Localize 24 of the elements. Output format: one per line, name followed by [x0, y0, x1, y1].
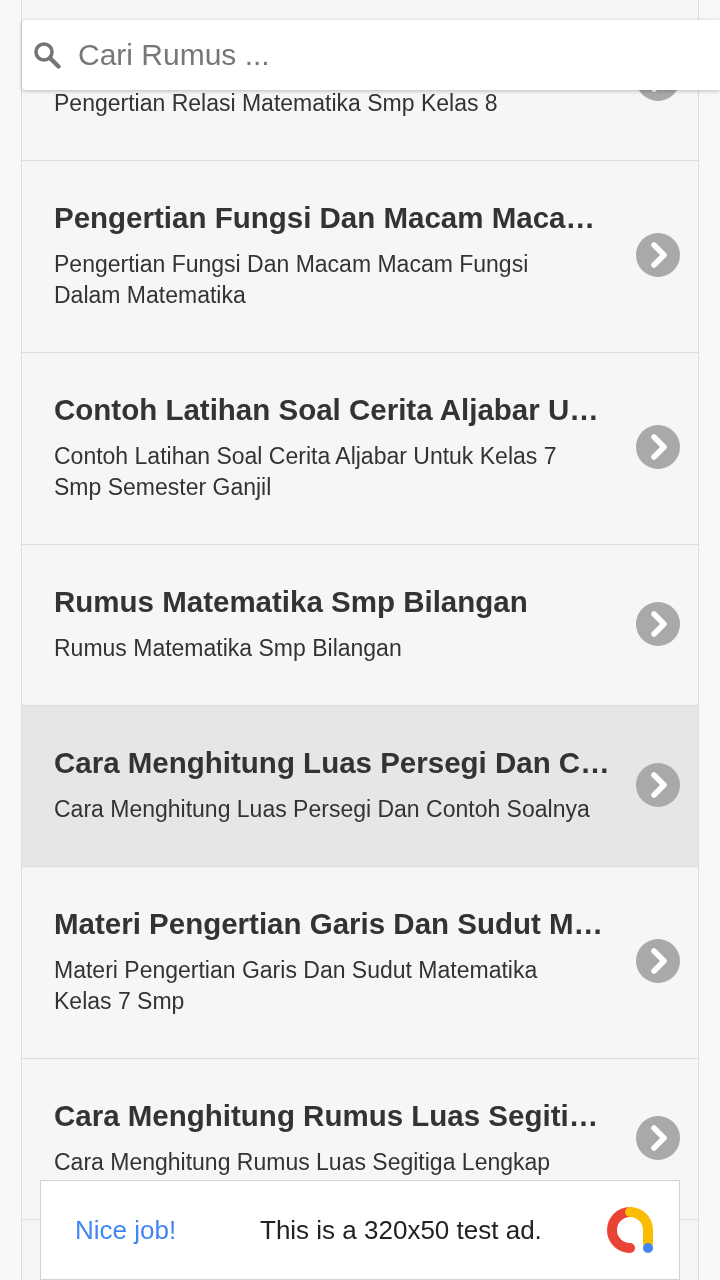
- chevron-icon: [636, 601, 680, 646]
- item-description: Materi Pengertian Garis Dan Sudut Matematika Kelas 7 Smp: [54, 956, 539, 1016]
- item-title: Materi Pengertian Garis Dan Sudut M…: [54, 906, 605, 942]
- chevron-icon: [636, 425, 680, 469]
- item-description: Cara Menghitung Rumus Luas Segitiga Lengkap: [54, 1148, 552, 1177]
- item-description: Pengertian Relasi Matematika Smp Kelas 8: [54, 89, 499, 118]
- chevron-icon: [636, 1115, 680, 1160]
- search-field[interactable]: Cari Rumus ...: [22, 20, 720, 90]
- item-description: Rumus Matematika Smp Bilangan: [54, 634, 403, 663]
- item-title: Pengertian Fungsi Dan Macam Maca…: [54, 200, 596, 236]
- list-item[interactable]: Cara Menghitung Luas Persegi Dan C… Cara Menghitung Luas Persegi Dan Contoh Soalnya: [22, 706, 698, 867]
- item-title: Contoh Latihan Soal Cerita Aljabar U…: [54, 392, 600, 428]
- chevron-icon: [636, 233, 680, 277]
- chevron-icon: [636, 939, 680, 983]
- item-title: Cara Menghitung Rumus Luas Segiti…: [54, 1098, 600, 1134]
- arc-logo-icon: [605, 1205, 655, 1255]
- ad-overlay[interactable]: Nice job! This is a 320x50 test ad.: [40, 1180, 680, 1280]
- item-description: Cara Menghitung Luas Persegi Dan Contoh Soalnya: [54, 795, 591, 824]
- chevron-icon: [636, 762, 680, 807]
- search-icon: [33, 41, 61, 69]
- item-description: Pengertian Fungsi Dan Macam Macam Fungsi Dalam Matematika: [54, 250, 530, 310]
- item-description: Contoh Latihan Soal Cerita Aljabar Untuk Kelas 7 Smp Semester Ganjil: [54, 442, 558, 502]
- item-title: Rumus Matematika Smp Bilangan: [54, 584, 529, 620]
- item-title: Cara Menghitung Luas Persegi Dan C…: [54, 745, 611, 781]
